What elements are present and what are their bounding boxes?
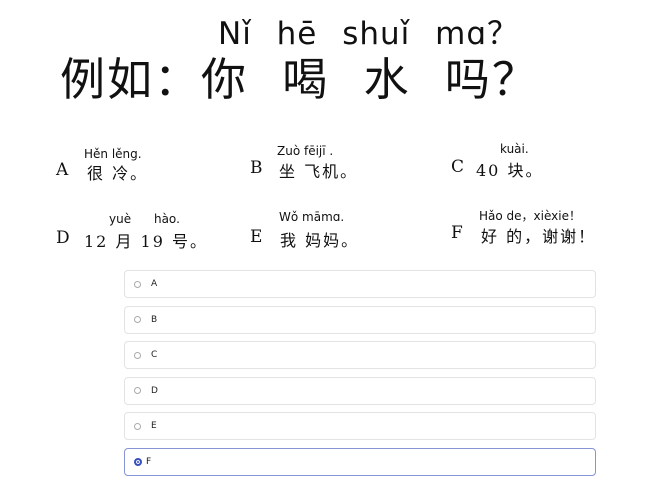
answer-label: B <box>151 314 158 325</box>
option-b-hanzi: 坐 飞机。 <box>279 162 359 181</box>
radio-button[interactable] <box>134 351 141 359</box>
option-a-hanzi: 很 冷。 <box>87 164 149 183</box>
radio-button[interactable] <box>134 422 141 430</box>
answer-label: E <box>151 421 157 431</box>
answer-label: A <box>151 279 158 289</box>
answer-choice-f[interactable]: F <box>124 447 596 476</box>
answer-choice-a[interactable]: A <box>124 270 596 298</box>
answer-choice-b[interactable]: B <box>124 305 596 334</box>
option-f-pinyin: Hǎo de，xièxie！ <box>479 209 581 223</box>
option-c-hanzi: 40 块。 <box>476 161 544 180</box>
radio-button[interactable] <box>134 280 141 288</box>
answer-label: F <box>146 456 152 467</box>
answer-label: D <box>151 385 158 396</box>
option-e-hanzi: 我 妈妈。 <box>280 231 360 250</box>
radio-button[interactable] <box>134 387 141 394</box>
answer-choice-e[interactable]: E <box>124 412 596 440</box>
option-a-letter: A <box>56 160 69 180</box>
answer-label: C <box>151 350 158 360</box>
option-d-pinyin: yuè hào. <box>109 212 180 226</box>
option-b-pinyin: Zuò fēijī . <box>277 144 334 158</box>
option-f-letter: F <box>451 223 463 243</box>
option-d-letter: D <box>56 228 70 248</box>
answer-choice-d[interactable]: D <box>124 376 596 405</box>
option-d-hanzi: 12 月 19 号。 <box>84 232 208 251</box>
example-sentence: 例如：你 喝 水 吗？ <box>60 53 539 106</box>
option-e-letter: E <box>250 227 263 247</box>
option-c-letter: C <box>451 157 465 177</box>
answer-choice-c[interactable]: C <box>124 341 596 369</box>
option-e-pinyin: Wǒ māmɑ. <box>279 210 345 224</box>
answer-choices: A B C D E F <box>124 270 596 483</box>
radio-button[interactable] <box>134 316 141 323</box>
option-b-letter: B <box>250 158 263 178</box>
option-f-hanzi: 好 的，谢谢！ <box>481 227 597 246</box>
option-a-pinyin: Hěn lěng. <box>84 147 142 161</box>
option-c-pinyin: kuài. <box>500 142 529 156</box>
radio-button-selected[interactable] <box>134 457 142 466</box>
